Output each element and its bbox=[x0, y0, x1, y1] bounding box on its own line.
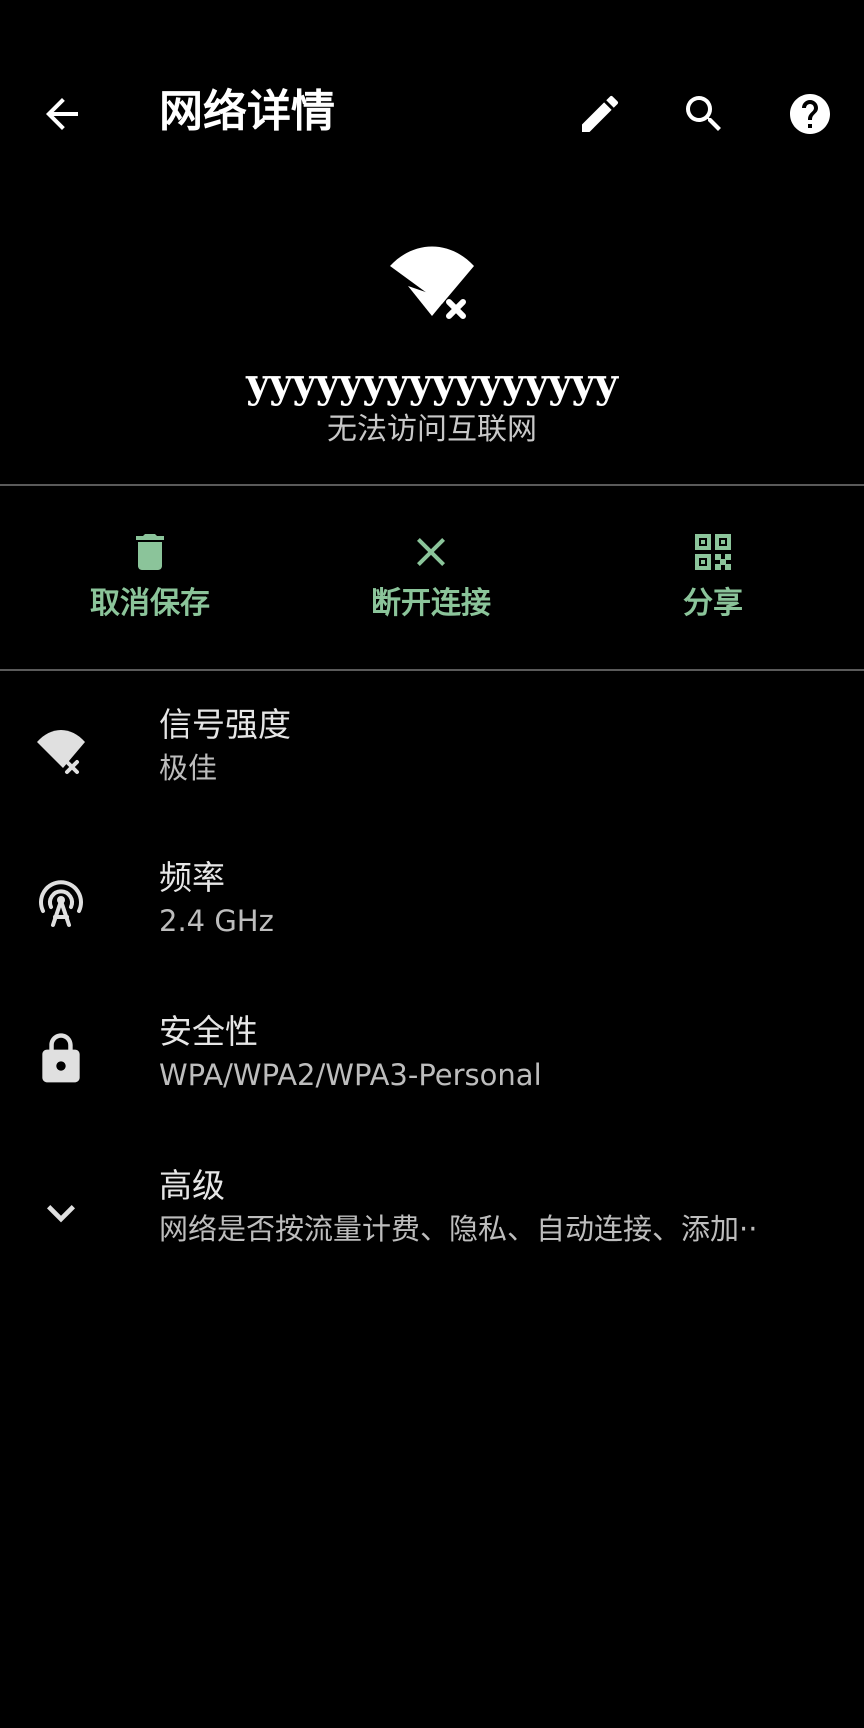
network-name: yyyyyyyyyyyyyyyy bbox=[246, 360, 618, 407]
disconnect-label: 断开连接 bbox=[371, 586, 491, 621]
divider bbox=[0, 669, 864, 671]
wifi-signal-icon bbox=[37, 730, 85, 774]
network-status: 无法访问互联网 bbox=[327, 412, 537, 447]
help-button[interactable] bbox=[778, 82, 842, 146]
close-icon bbox=[417, 538, 445, 566]
lock-icon bbox=[42, 1033, 80, 1083]
signal-strength-value: 极佳 bbox=[159, 751, 218, 785]
divider bbox=[0, 484, 864, 486]
search-button[interactable] bbox=[672, 82, 736, 146]
security-value: WPA/WPA2/WPA3-Personal bbox=[159, 1058, 542, 1092]
security-row: 安全性 WPA/WPA2/WPA3-Personal bbox=[0, 989, 864, 1119]
signal-strength-title: 信号强度 bbox=[159, 705, 291, 744]
page-title: 网络详情 bbox=[159, 86, 335, 137]
frequency-value: 2.4 GHz bbox=[159, 904, 274, 938]
advanced-row[interactable]: 高级 网络是否按流量计费、隐私、自动连接、添加·· bbox=[0, 1143, 864, 1273]
back-button[interactable] bbox=[30, 82, 94, 146]
back-arrow-icon bbox=[46, 98, 78, 130]
forget-button[interactable]: 取消保存 bbox=[50, 528, 250, 638]
forget-label: 取消保存 bbox=[90, 586, 210, 621]
app-bar: 网络详情 bbox=[0, 0, 864, 230]
edit-button[interactable] bbox=[568, 82, 632, 146]
trash-icon bbox=[136, 534, 164, 570]
help-icon bbox=[790, 94, 830, 134]
qr-code-icon bbox=[695, 534, 731, 570]
advanced-title: 高级 bbox=[159, 1166, 225, 1205]
antenna-icon bbox=[39, 880, 83, 927]
pencil-icon bbox=[582, 95, 619, 132]
search-icon bbox=[686, 96, 721, 131]
frequency-title: 频率 bbox=[159, 858, 225, 897]
disconnect-button[interactable]: 断开连接 bbox=[331, 528, 531, 638]
frequency-row: 频率 2.4 GHz bbox=[0, 835, 864, 965]
signal-strength-row: 信号强度 极佳 bbox=[0, 682, 864, 812]
chevron-down-icon bbox=[47, 1205, 75, 1223]
wifi-no-internet-icon bbox=[384, 244, 480, 324]
share-button[interactable]: 分享 bbox=[613, 528, 813, 638]
advanced-summary: 网络是否按流量计费、隐私、自动连接、添加·· bbox=[159, 1212, 758, 1246]
security-title: 安全性 bbox=[159, 1012, 258, 1051]
share-label: 分享 bbox=[683, 586, 743, 621]
